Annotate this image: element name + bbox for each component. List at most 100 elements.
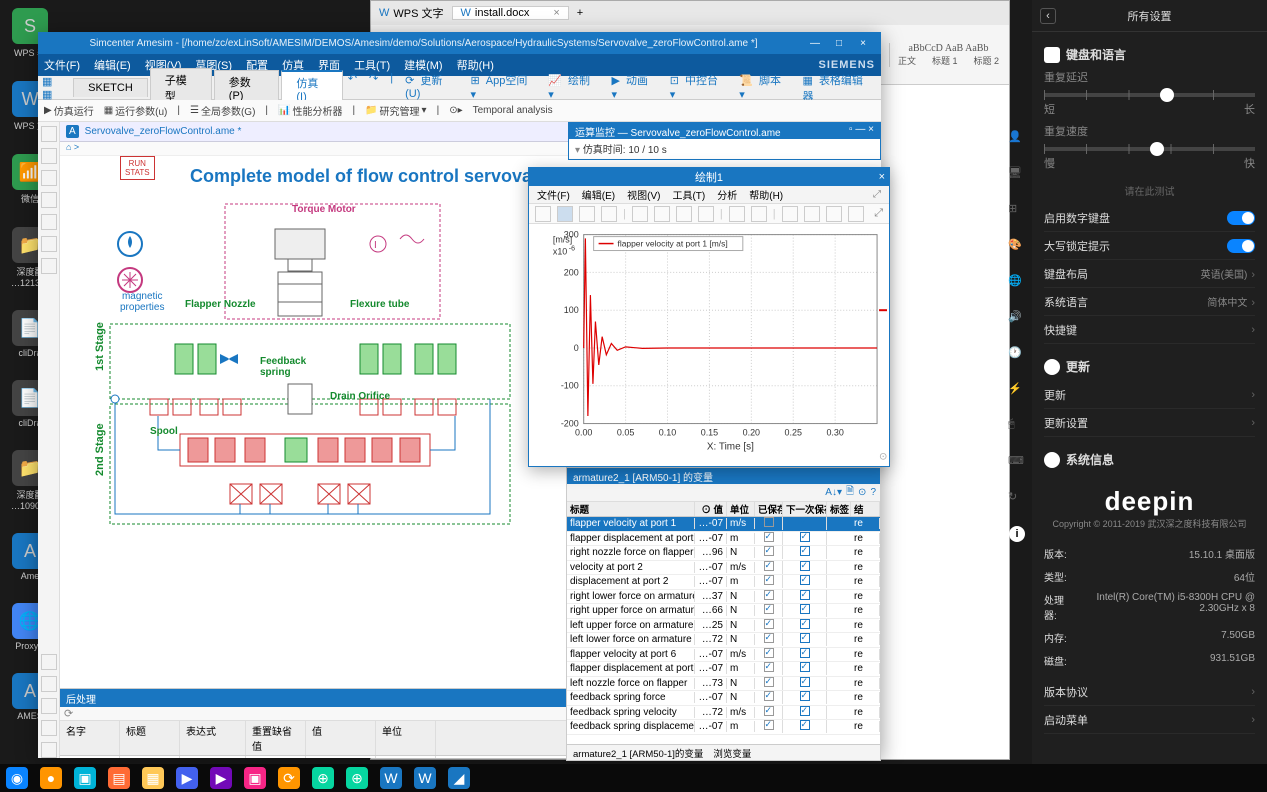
- wps-new-tab[interactable]: +: [569, 7, 591, 19]
- btn-dashboard[interactable]: ⊡ 中控台 ▾: [667, 72, 731, 104]
- undo-icon[interactable]: ↶: [345, 72, 360, 104]
- tray-mouse-icon[interactable]: 🖱: [1008, 418, 1026, 436]
- var-row[interactable]: feedback spring force…-07N re: [567, 691, 880, 706]
- plot-expand-icon[interactable]: ⤢: [874, 207, 883, 220]
- plot-tool-5[interactable]: [632, 206, 648, 222]
- nav-update-settings[interactable]: 更新设置›: [1044, 409, 1255, 437]
- plot-menu-item[interactable]: 分析: [717, 187, 737, 202]
- tray-apps-icon[interactable]: ⊞: [1008, 202, 1026, 220]
- plot-tool-1[interactable]: [535, 206, 551, 222]
- col-header[interactable]: 重置缺省值: [246, 721, 306, 755]
- minimize-button[interactable]: —: [803, 38, 827, 49]
- redo-icon[interactable]: ↷: [366, 72, 381, 104]
- plot-tool-6[interactable]: [654, 206, 670, 222]
- var-col-header[interactable]: 结: [851, 502, 880, 516]
- var-row[interactable]: feedback spring displacement…-07m re: [567, 720, 880, 735]
- dock-item[interactable]: ▤: [108, 767, 130, 789]
- vtool-b1[interactable]: [41, 654, 57, 670]
- monitor-controls[interactable]: ▫ — ×: [849, 124, 874, 138]
- dock-item[interactable]: W: [414, 767, 436, 789]
- plot-tool-8[interactable]: [698, 206, 714, 222]
- vtool-b3[interactable]: [41, 698, 57, 714]
- vtool-7[interactable]: [41, 258, 57, 274]
- dock-item[interactable]: ▶: [210, 767, 232, 789]
- tray-keyboard-icon[interactable]: ⌨: [1008, 454, 1026, 472]
- dock-item[interactable]: W: [380, 767, 402, 789]
- btn-plot[interactable]: 📈 绘制 ▾: [545, 72, 602, 104]
- var-col-header[interactable]: 标题: [567, 502, 695, 516]
- tray-time-icon[interactable]: 🕐: [1008, 346, 1026, 364]
- plot-chart[interactable]: -200-10001002003000.000.050.100.150.200.…: [529, 224, 889, 466]
- var-row[interactable]: velocity at port 2…-07m/s re: [567, 561, 880, 576]
- col-header[interactable]: 标题: [120, 721, 180, 755]
- var-col-header[interactable]: 单位: [727, 502, 755, 516]
- plot-menu-item[interactable]: 文件(F): [537, 187, 570, 202]
- plot-close-icon[interactable]: ×: [879, 171, 885, 183]
- maximize-button[interactable]: □: [827, 38, 851, 49]
- cell[interactable]: -35.5174: [306, 756, 376, 758]
- menu-item[interactable]: 编辑(E): [94, 57, 131, 73]
- toggle-caps[interactable]: 大写锁定提示: [1044, 232, 1255, 260]
- btn-global-params[interactable]: ☰ 全局参数(G): [190, 103, 255, 118]
- vars-tool-2[interactable]: 🗎: [846, 484, 854, 501]
- tray-update-icon[interactable]: ↻: [1008, 490, 1026, 508]
- nav-startmenu[interactable]: 启动菜单›: [1044, 706, 1255, 734]
- toggle-numpad[interactable]: 启用数字键盘: [1044, 204, 1255, 232]
- btn-mode[interactable]: ⊙▸: [449, 105, 462, 116]
- btn-run-params[interactable]: ▦ 运行参数(u): [104, 103, 168, 118]
- cell[interactable]: [376, 756, 436, 758]
- plot-tool-11[interactable]: [782, 206, 798, 222]
- run-stats-box[interactable]: RUNSTATS: [120, 156, 155, 180]
- var-row[interactable]: flapper displacement at port 6…-07m re: [567, 662, 880, 677]
- var-row[interactable]: right lower force on armature…37N re: [567, 590, 880, 605]
- wps-app-tab[interactable]: W WPS 文字: [371, 5, 452, 21]
- tray-theme-icon[interactable]: 🎨: [1008, 238, 1026, 256]
- plot-tool-9[interactable]: [729, 206, 745, 222]
- wps-doc-tab[interactable]: W install.docx ×: [452, 6, 569, 20]
- settings-back-button[interactable]: ‹: [1040, 8, 1056, 24]
- cell[interactable]: A1: [60, 756, 120, 758]
- dock-item[interactable]: ◢: [448, 767, 470, 789]
- cell[interactable]: A1: [120, 756, 180, 758]
- var-row[interactable]: displacement at port 2…-07m re: [567, 575, 880, 590]
- vtool-b5[interactable]: [41, 742, 57, 758]
- close-button[interactable]: ×: [851, 38, 875, 49]
- btn-study[interactable]: 📁 研究管理 ▾: [365, 103, 426, 118]
- vtool-6[interactable]: [41, 236, 57, 252]
- vtool-5[interactable]: [41, 214, 57, 230]
- btn-anim[interactable]: ▶ 动画 ▾: [609, 72, 661, 104]
- dock-item[interactable]: ▣: [74, 767, 96, 789]
- vtool-4[interactable]: [41, 192, 57, 208]
- vars-foot-left[interactable]: armature2_1 [ARM50-1]的变量: [573, 746, 703, 759]
- vars-tool-1[interactable]: A↓▾: [825, 487, 842, 498]
- btn-script[interactable]: 📜 脚本 ▾: [736, 72, 793, 104]
- dock-item[interactable]: ⊕: [346, 767, 368, 789]
- var-row[interactable]: left lower force on armature…72N re: [567, 633, 880, 648]
- var-col-header[interactable]: 已保存: [755, 502, 783, 516]
- btn-update[interactable]: ⟳ 更新(U): [402, 72, 461, 104]
- tray-power-icon[interactable]: ⚡: [1008, 382, 1026, 400]
- var-row[interactable]: left upper force on armature…25N re: [567, 619, 880, 634]
- wps-styles[interactable]: aBbCcD AaB AaBb: [898, 43, 999, 54]
- col-header[interactable]: 名字: [60, 721, 120, 755]
- plot-tool-3[interactable]: [579, 206, 595, 222]
- cell[interactable]: ref: [246, 756, 306, 758]
- btn-run-sim[interactable]: ▶ 仿真运行: [44, 103, 94, 118]
- vtool-2[interactable]: [41, 148, 57, 164]
- plot-tool-2[interactable]: [557, 206, 573, 222]
- dock-item[interactable]: ⟳: [278, 767, 300, 789]
- tab-sketch[interactable]: SKETCH: [73, 78, 148, 97]
- var-row[interactable]: flapper velocity at port 1…-07m/s re: [567, 517, 880, 532]
- nav-layout[interactable]: 键盘布局英语(美国)›: [1044, 260, 1255, 288]
- dock-item[interactable]: ●: [40, 767, 62, 789]
- nav-agreement[interactable]: 版本协议›: [1044, 678, 1255, 706]
- col-header[interactable]: 单位: [376, 721, 436, 755]
- tray-display-icon[interactable]: 🖥: [1008, 166, 1026, 184]
- plot-tool-7[interactable]: [676, 206, 692, 222]
- plot-tool-12[interactable]: [804, 206, 820, 222]
- var-col-header[interactable]: ⊙ 值: [695, 502, 727, 516]
- dock-item[interactable]: ▣: [244, 767, 266, 789]
- plot-menu-item[interactable]: 帮助(H): [749, 187, 783, 202]
- tray-sound-icon[interactable]: 🔊: [1008, 310, 1026, 328]
- slider-repeat-speed[interactable]: [1044, 147, 1255, 151]
